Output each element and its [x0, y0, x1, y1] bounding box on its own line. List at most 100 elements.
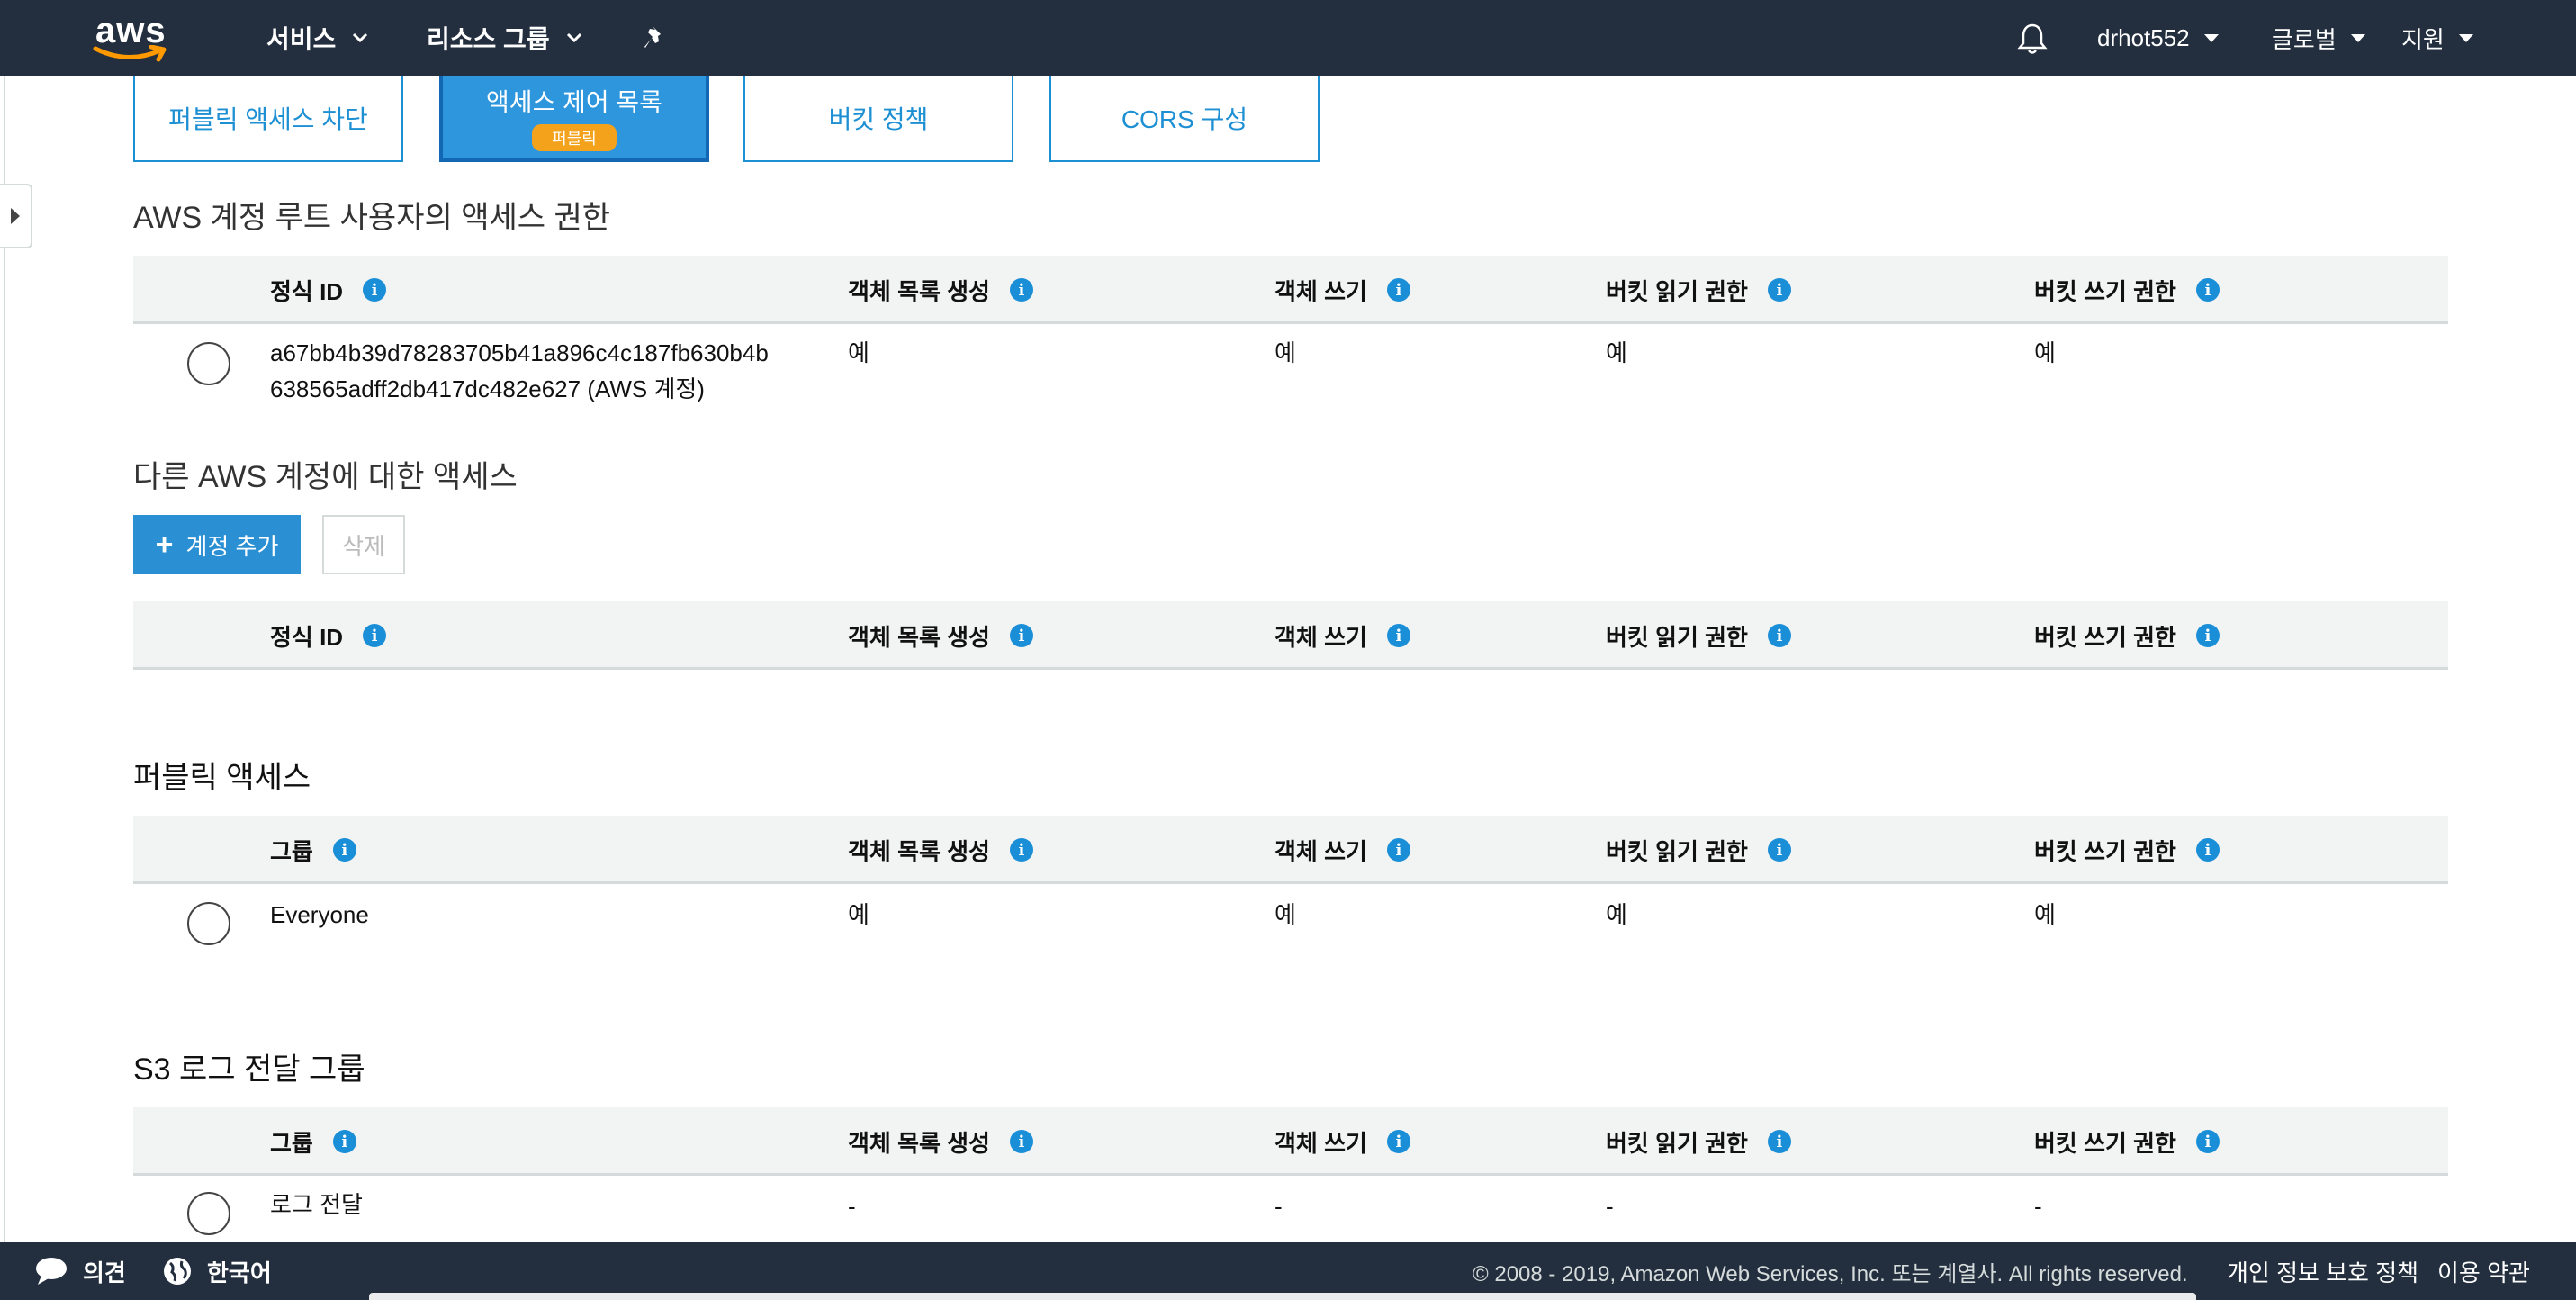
col-group: 그룹 i — [270, 816, 356, 884]
list-objects-cell: 예 — [848, 901, 869, 928]
col-label: 버킷 읽기 권한 — [1606, 623, 1748, 651]
col-label: 객체 쓰기 — [1274, 1129, 1367, 1157]
caret-down-icon — [2203, 33, 2219, 42]
language-label: 한국어 — [207, 1259, 272, 1286]
caret-down-icon — [2350, 33, 2365, 42]
write-bucket-perm-cell: 예 — [2034, 339, 2056, 366]
services-label: 서비스 — [266, 25, 337, 53]
public-badge: 퍼블릭 — [532, 124, 617, 151]
s3-log-delivery-title: S3 로그 전달 그룹 — [133, 1052, 365, 1087]
info-icon[interactable]: i — [1386, 838, 1410, 862]
support-menu[interactable]: 지원 — [2401, 0, 2473, 76]
resource-groups-label: 리소스 그룹 — [427, 25, 550, 53]
list-objects-cell: 예 — [848, 339, 869, 366]
chevron-down-icon — [353, 32, 368, 43]
col-write-bucket-perm: 버킷 쓰기 권한 i — [2034, 816, 2220, 884]
tab-access-control-list[interactable]: 액세스 제어 목록 퍼블릭 — [439, 76, 709, 162]
col-label: 객체 쓰기 — [1274, 623, 1367, 651]
info-icon[interactable]: i — [1767, 624, 1791, 647]
info-icon[interactable]: i — [1009, 838, 1033, 862]
resource-groups-menu[interactable]: 리소스 그룹 — [427, 0, 582, 76]
language-selector[interactable]: 한국어 — [162, 1242, 272, 1300]
col-read-bucket-perm: 버킷 읽기 권한 i — [1606, 816, 1791, 884]
info-icon[interactable]: i — [1009, 278, 1033, 302]
col-write-objects: 객체 쓰기 i — [1274, 1107, 1410, 1176]
info-icon[interactable]: i — [1767, 1130, 1791, 1153]
horizontal-scrollbar[interactable] — [369, 1293, 2196, 1300]
info-icon[interactable]: i — [2195, 624, 2220, 647]
canonical-id-cell: a67bb4b39d78283705b41a896c4c187fb630b4b … — [270, 335, 769, 407]
col-label: 버킷 쓰기 권한 — [2034, 1129, 2176, 1157]
bell-icon[interactable] — [2016, 22, 2049, 56]
top-nav: aws 서비스 리소스 그룹 drhot552 글로벌 지원 — [0, 0, 2576, 76]
tab-bucket-policy[interactable]: 버킷 정책 — [743, 76, 1013, 162]
col-label: 버킷 읽기 권한 — [1606, 837, 1748, 865]
info-icon[interactable]: i — [1767, 278, 1791, 302]
feedback-link[interactable]: 의견 — [34, 1242, 126, 1300]
info-icon[interactable]: i — [363, 278, 387, 302]
write-objects-cell: - — [1274, 1193, 1283, 1220]
user-name: drhot552 — [2097, 23, 2190, 51]
tab-block-public-access[interactable]: 퍼블릭 액세스 차단 — [133, 76, 403, 162]
col-write-bucket-perm: 버킷 쓰기 권한 i — [2034, 601, 2220, 670]
region-menu[interactable]: 글로벌 — [2272, 0, 2365, 76]
col-label: 객체 목록 생성 — [848, 1129, 990, 1157]
col-label: 정식 ID — [270, 623, 344, 651]
info-icon[interactable]: i — [332, 838, 356, 862]
col-list-objects: 객체 목록 생성 i — [848, 601, 1033, 670]
canonical-id-line2: 638565adff2db417dc482e627 (AWS 계정) — [270, 375, 705, 402]
col-label: 객체 목록 생성 — [848, 277, 990, 305]
info-icon[interactable]: i — [2195, 1130, 2220, 1153]
info-icon[interactable]: i — [2195, 278, 2220, 302]
delete-label: 삭제 — [342, 532, 385, 560]
aws-logo[interactable]: aws — [92, 9, 173, 63]
privacy-policy-link[interactable]: 개인 정보 보호 정책 — [2227, 1242, 2418, 1300]
terms-link[interactable]: 이용 약관 — [2437, 1242, 2530, 1300]
col-label: 버킷 쓰기 권한 — [2034, 623, 2176, 651]
info-icon[interactable]: i — [1767, 838, 1791, 862]
add-account-button[interactable]: + 계정 추가 — [133, 515, 301, 574]
row-radio[interactable] — [187, 342, 230, 385]
row-radio[interactable] — [187, 1192, 230, 1235]
col-write-bucket-perm: 버킷 쓰기 권한 i — [2034, 1107, 2220, 1176]
services-menu[interactable]: 서비스 — [266, 0, 368, 76]
col-write-objects: 객체 쓰기 i — [1274, 601, 1410, 670]
tab-label: 액세스 제어 목록 — [486, 88, 662, 116]
col-group: 그룹 i — [270, 1107, 356, 1176]
root-access-title: AWS 계정 루트 사용자의 액세스 권한 — [133, 201, 611, 235]
group-cell: 로그 전달 — [270, 1191, 363, 1218]
col-label: 버킷 읽기 권한 — [1606, 1129, 1748, 1157]
info-icon[interactable]: i — [1386, 278, 1410, 302]
delete-button[interactable]: 삭제 — [322, 515, 405, 574]
col-label: 그룹 — [270, 837, 313, 865]
tab-cors-configuration[interactable]: CORS 구성 — [1049, 76, 1320, 162]
info-icon[interactable]: i — [1009, 624, 1033, 647]
tab-label: 퍼블릭 액세스 차단 — [168, 105, 368, 133]
col-write-bucket-perm: 버킷 쓰기 권한 i — [2034, 256, 2220, 324]
tab-label: CORS 구성 — [1121, 105, 1248, 133]
group-cell: Everyone — [270, 901, 369, 928]
row-radio[interactable] — [187, 902, 230, 945]
expand-sidebar-button[interactable] — [0, 184, 32, 248]
copyright-text: © 2008 - 2019, Amazon Web Services, Inc.… — [1473, 1261, 2188, 1286]
info-icon[interactable]: i — [1009, 1130, 1033, 1153]
user-menu[interactable]: drhot552 — [2097, 0, 2219, 76]
write-bucket-perm-cell: - — [2034, 1193, 2042, 1220]
footer: 의견 한국어 © 2008 - 2019, Amazon Web Service… — [0, 1242, 2576, 1300]
col-label: 객체 목록 생성 — [848, 837, 990, 865]
s3log-table-header: 그룹 i 객체 목록 생성 i 객체 쓰기 i 버킷 읽기 권한 i 버킷 쓰기 권한 i — [133, 1107, 2448, 1176]
info-icon[interactable]: i — [2195, 838, 2220, 862]
pin-icon[interactable] — [641, 23, 670, 52]
col-list-objects: 객체 목록 생성 i — [848, 816, 1033, 884]
info-icon[interactable]: i — [1386, 1130, 1410, 1153]
left-panel-edge — [0, 76, 5, 1242]
info-icon[interactable]: i — [332, 1130, 356, 1153]
col-label: 객체 쓰기 — [1274, 277, 1367, 305]
support-label: 지원 — [2401, 25, 2445, 53]
col-label: 버킷 쓰기 권한 — [2034, 837, 2176, 865]
info-icon[interactable]: i — [1386, 624, 1410, 647]
info-icon[interactable]: i — [363, 624, 387, 647]
read-bucket-perm-cell: 예 — [1606, 339, 1627, 366]
col-label: 버킷 읽기 권한 — [1606, 277, 1748, 305]
root-table-header: 정식 ID i 객체 목록 생성 i 객체 쓰기 i 버킷 읽기 권한 i 버킷 쓰기 … — [133, 256, 2448, 324]
